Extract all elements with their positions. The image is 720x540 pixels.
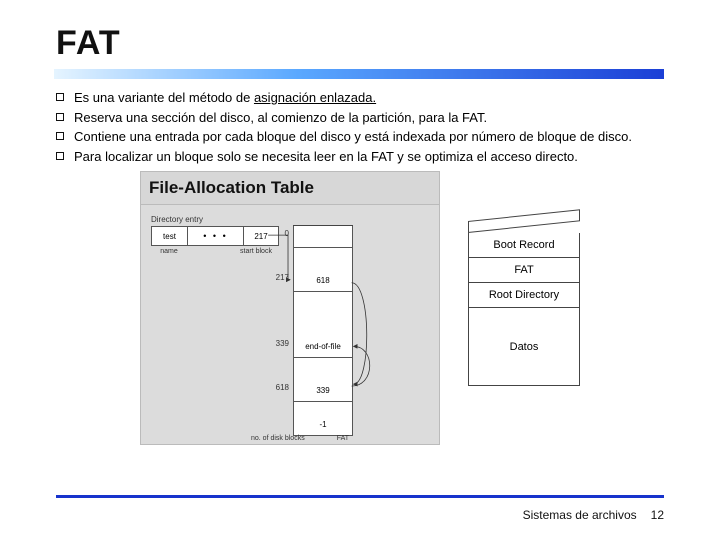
bullet-item: Para localizar un bloque solo se necesit…	[56, 148, 664, 166]
bullet-item: Contiene una entrada por cada bloque del…	[56, 128, 664, 146]
bullet-underline: asignación enlazada.	[254, 90, 376, 105]
fat-index-339: 339	[265, 339, 289, 348]
fat-cell-339: end-of-file	[293, 336, 353, 358]
slide-footer: Sistemas de archivos 12	[523, 508, 664, 522]
fat-column: 0 217 339 618 618 end-of-file 339 -1	[293, 225, 353, 436]
stack-boot: Boot Record	[468, 233, 580, 258]
stack-fat: FAT	[468, 258, 580, 283]
bullet-list: Es una variante del método de asignación…	[56, 89, 664, 165]
footer-rule	[56, 495, 664, 498]
fat-cell	[293, 226, 353, 248]
bullet-text: Reserva una sección del disco, al comien…	[74, 109, 487, 127]
bullet-icon	[56, 93, 64, 101]
footer-label: Sistemas de archivos	[523, 508, 637, 522]
footer-block-count: no. of disk blocks	[251, 435, 305, 442]
bullet-text: Contiene una entrada por cada bloque del…	[74, 128, 632, 146]
diagram-title: File-Allocation Table	[140, 171, 440, 205]
bullet-item: Reserva una sección del disco, al comien…	[56, 109, 664, 127]
directory-entry: test • • • 217	[151, 226, 279, 246]
stack-root: Root Directory	[468, 283, 580, 308]
footer-page: 12	[651, 508, 664, 522]
bullet-item: Es una variante del método de asignación…	[56, 89, 664, 107]
fat-cell-last: -1	[293, 414, 353, 436]
stack-3d-top	[468, 221, 580, 233]
bullet-icon	[56, 152, 64, 160]
fat-cell-618: 339	[293, 380, 353, 402]
disk-layout-stack: Boot Record FAT Root Directory Datos	[468, 221, 580, 386]
title-underline	[54, 69, 664, 79]
bullet-icon	[56, 132, 64, 140]
bullet-icon	[56, 113, 64, 121]
dir-name: test	[152, 227, 188, 245]
bullet-text: Para localizar un bloque solo se necesit…	[74, 148, 578, 166]
fat-diagram: File-Allocation Table Directory entry te…	[140, 171, 440, 445]
fat-index-0: 0	[265, 229, 289, 238]
sublabel-start: start block	[233, 248, 279, 255]
fat-index-217: 217	[265, 273, 289, 282]
stack-datos: Datos	[468, 308, 580, 386]
fat-index-618: 618	[265, 383, 289, 392]
directory-entry-label: Directory entry	[151, 215, 429, 224]
bullet-text: Es una variante del método de	[74, 90, 254, 105]
dir-dots: • • •	[188, 227, 244, 245]
fat-cell-217: 618	[293, 270, 353, 292]
footer-fat-label: FAT	[337, 435, 349, 442]
sublabel-name: name	[151, 248, 187, 255]
slide-title: FAT	[56, 24, 664, 63]
